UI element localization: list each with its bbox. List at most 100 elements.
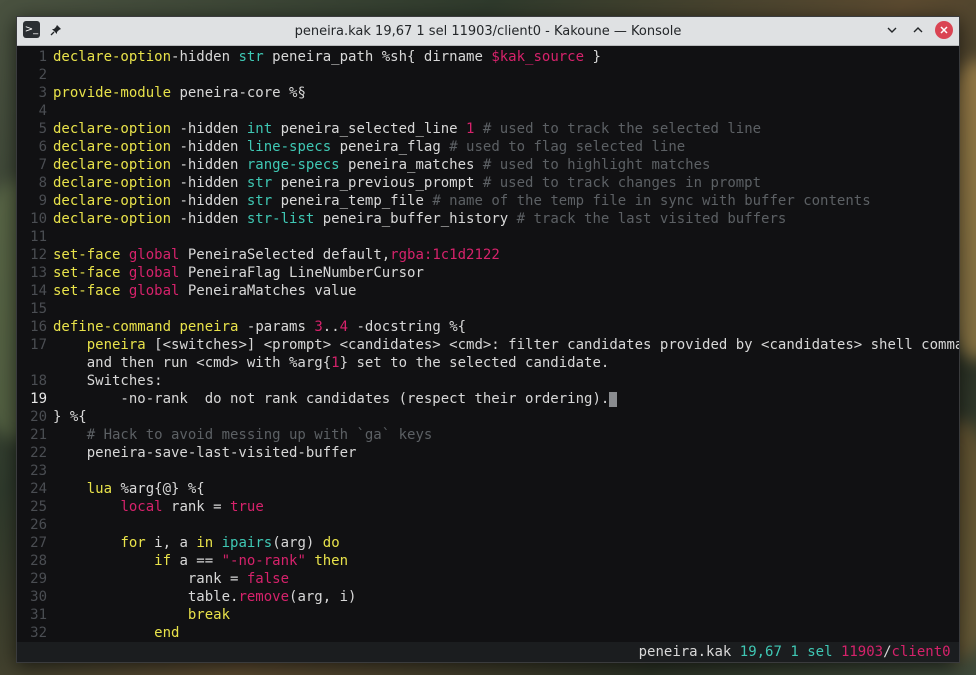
code-token: } [584, 49, 601, 65]
code-line[interactable]: 19 -no-rank do not rank candidates (resp… [17, 390, 959, 408]
code-token: %arg{@} %{ [112, 481, 205, 497]
code-token: # used to highlight matches [482, 157, 711, 173]
code-token: declare-option [53, 193, 172, 209]
code-token: if [154, 553, 172, 569]
line-number: 14 [30, 283, 47, 299]
code-line[interactable]: 30 table.remove(arg, i) [17, 588, 959, 606]
chevron-down-icon[interactable] [883, 21, 901, 39]
code-text: set-face global PeneiraMatches value [53, 282, 959, 300]
code-line[interactable]: 17 peneira [<switches>] <prompt> <candid… [17, 336, 959, 354]
code-token: str [246, 175, 273, 191]
code-token: set-face [53, 283, 121, 299]
terminal-icon[interactable]: >_ [23, 21, 40, 38]
code-line[interactable]: 32 end [17, 624, 959, 642]
line-number: 10 [30, 211, 47, 227]
code-line[interactable]: 15 [17, 300, 959, 318]
line-number: 13 [30, 265, 47, 281]
code-token: # used to track the selected line [482, 121, 762, 137]
code-token: -docstring %{ [348, 319, 467, 335]
code-line[interactable]: 28 if a == "-no-rank" then [17, 552, 959, 570]
code-text: declare-option-hidden str peneira_path %… [53, 48, 959, 66]
line-number: 27 [30, 535, 47, 551]
code-token: for [120, 535, 146, 551]
code-line[interactable]: 11 [17, 228, 959, 246]
title-bar[interactable]: >_ peneira.kak 19,67 1 sel 11903/client0… [17, 17, 959, 46]
code-token: local [120, 499, 163, 515]
code-line[interactable]: 6 declare-option -hidden line-specs penei… [17, 138, 959, 156]
code-token: -hidden [171, 175, 247, 191]
line-number: 7 [38, 157, 47, 173]
code-line[interactable]: and then run <cmd> with %arg{1} set to t… [17, 354, 959, 372]
code-line[interactable]: 29 rank = false [17, 570, 959, 588]
code-token: peneira [179, 319, 239, 335]
code-text: declare-option -hidden str-list peneira_… [53, 210, 959, 228]
status-client: client0 [891, 644, 951, 660]
code-token: define-command [53, 319, 172, 335]
code-token: str-list [246, 211, 315, 227]
code-line[interactable]: 8 declare-option -hidden str peneira_prev… [17, 174, 959, 192]
code-token: in [196, 535, 214, 551]
code-text: provide-module peneira-core %§ [53, 84, 959, 102]
close-icon[interactable] [935, 21, 953, 39]
code-line[interactable]: 26 [17, 516, 959, 534]
code-token: $kak_source [491, 49, 585, 65]
code-line[interactable]: 18 Switches: [17, 372, 959, 390]
status-cursor-position: 19,67 [739, 644, 782, 660]
code-line[interactable]: 4 [17, 102, 959, 120]
code-token: Switches: [53, 373, 163, 389]
code-line[interactable]: 14 set-face global PeneiraMatches value [17, 282, 959, 300]
code-token: global [128, 247, 180, 263]
code-token: rank = [53, 571, 247, 587]
line-number: 17 [30, 337, 47, 353]
code-token: remove [238, 589, 290, 605]
code-line[interactable]: 23 [17, 462, 959, 480]
code-line[interactable]: 2 [17, 66, 959, 84]
chevron-up-icon[interactable] [909, 21, 927, 39]
code-token: -params [238, 319, 315, 335]
code-token: # name of the temp file in sync with buf… [432, 193, 871, 209]
code-line[interactable]: 12 set-face global PeneiraSelected defaul… [17, 246, 959, 264]
code-line[interactable]: 20} %{ [17, 408, 959, 426]
code-text: and then run <cmd> with %arg{1} set to t… [53, 354, 959, 372]
code-line[interactable]: 27 for i, a in ipairs(arg) do [17, 534, 959, 552]
code-line[interactable]: 3 provide-module peneira-core %§ [17, 84, 959, 102]
code-token: peneira_path %sh{ dirname [263, 49, 492, 65]
code-token: global [128, 283, 180, 299]
code-line[interactable]: 9 declare-option -hidden str peneira_temp… [17, 192, 959, 210]
line-number: 16 [30, 319, 47, 335]
code-token: -hidden [171, 139, 247, 155]
code-line[interactable]: 25 local rank = true [17, 498, 959, 516]
code-line[interactable]: 13 set-face global PeneiraFlag LineNumber… [17, 264, 959, 282]
code-line[interactable]: 22 peneira-save-last-visited-buffer [17, 444, 959, 462]
code-token: 4 [339, 319, 349, 335]
code-line[interactable]: 24 lua %arg{@} %{ [17, 480, 959, 498]
code-line[interactable]: 1 declare-option-hidden str peneira_path … [17, 48, 959, 66]
code-token: # Hack to avoid messing up with `ga` key… [86, 427, 433, 443]
code-line[interactable]: 21 # Hack to avoid messing up with `ga` … [17, 426, 959, 444]
code-line[interactable]: 16 define-command peneira -params 3..4 -d… [17, 318, 959, 336]
code-token: end [154, 625, 180, 641]
code-line[interactable]: 31 break [17, 606, 959, 624]
code-line[interactable]: 10 declare-option -hidden str-list peneir… [17, 210, 959, 228]
code-token: PeneiraSelected default, [179, 247, 391, 263]
line-number: 30 [30, 589, 47, 605]
code-token: global [128, 265, 180, 281]
code-token: int [246, 121, 273, 137]
code-editor[interactable]: 1 declare-option-hidden str peneira_path … [17, 46, 959, 644]
pin-icon[interactable] [48, 22, 64, 38]
code-line[interactable]: 5 declare-option -hidden int peneira_sele… [17, 120, 959, 138]
line-number: 28 [30, 553, 47, 569]
line-number: 32 [30, 625, 47, 641]
line-number: 4 [38, 103, 47, 119]
line-number: 8 [38, 175, 47, 191]
code-text: set-face global PeneiraFlag LineNumberCu… [53, 264, 959, 282]
code-token: range-specs [246, 157, 340, 173]
status-selection-count: 1 sel [790, 644, 833, 660]
code-line[interactable]: 7 declare-option -hidden range-specs pene… [17, 156, 959, 174]
code-token: "-no-rank" [221, 553, 306, 569]
